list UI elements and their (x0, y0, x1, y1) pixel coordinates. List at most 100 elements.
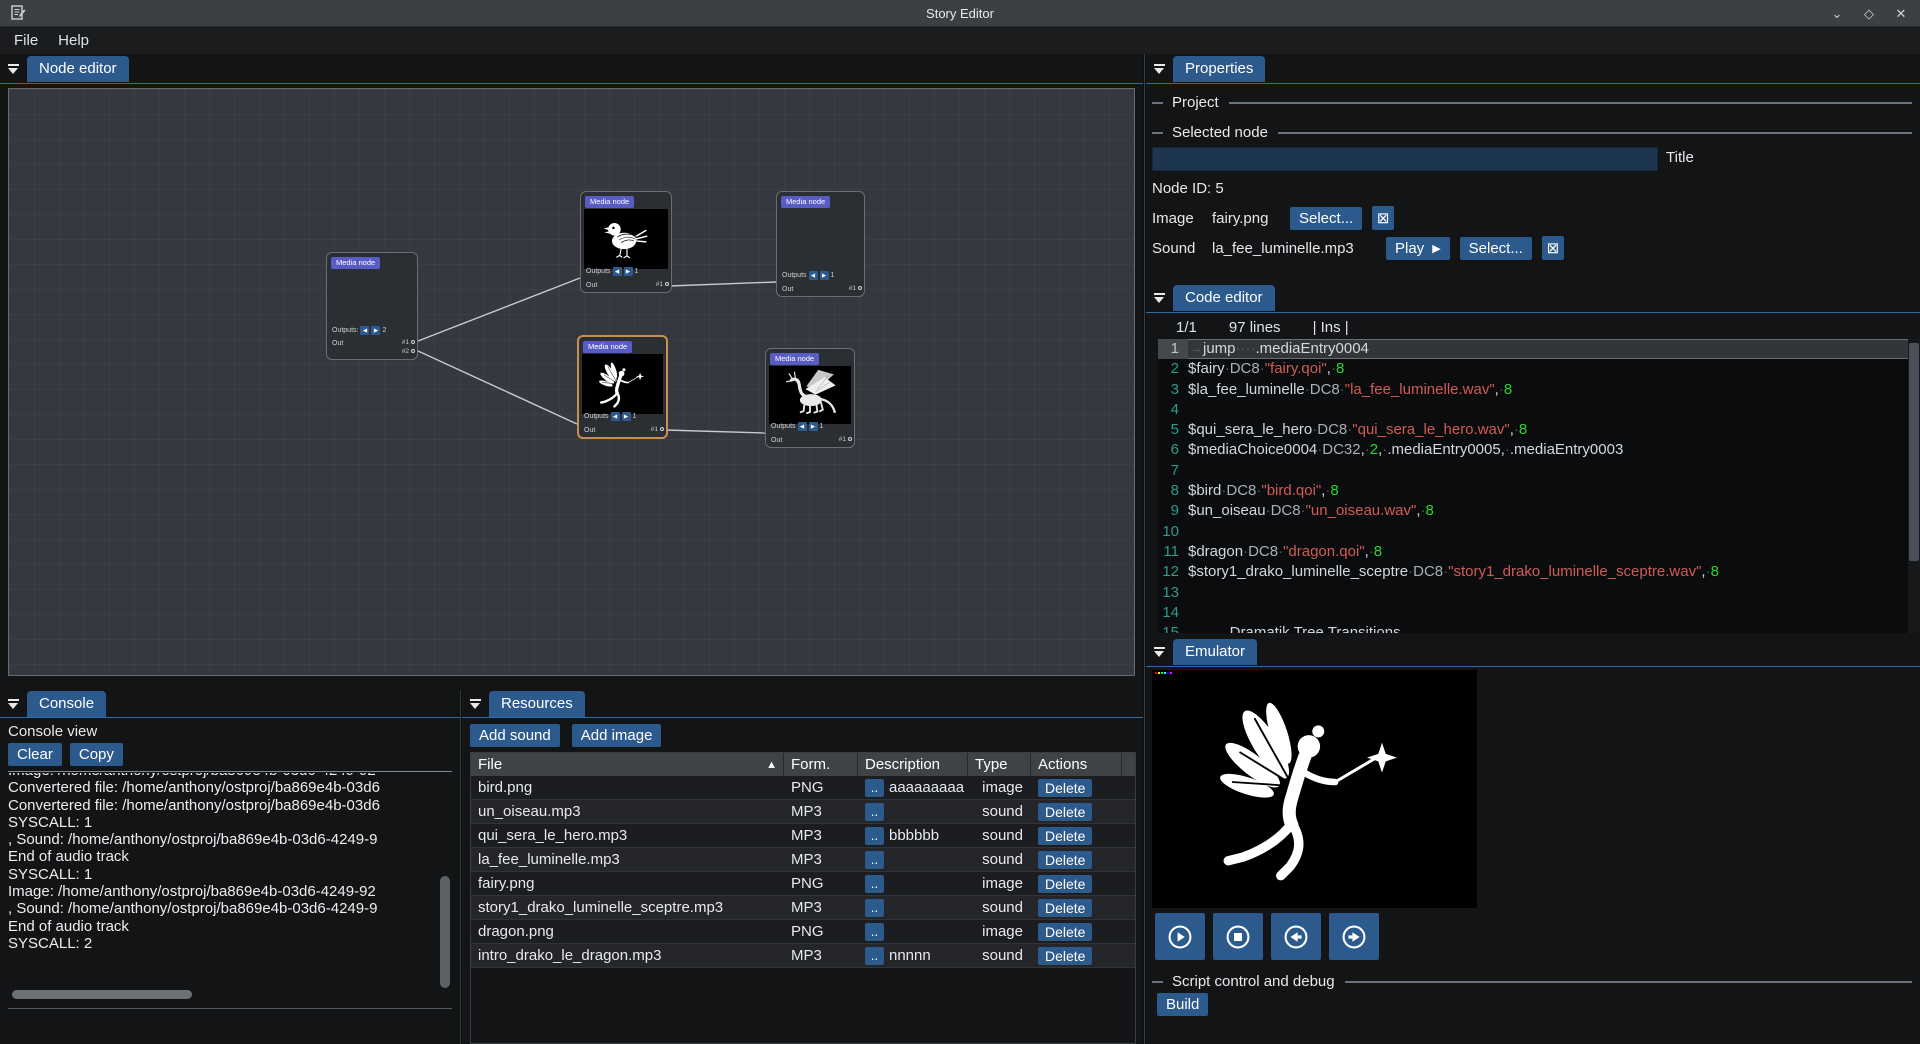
tab-emulator[interactable]: Emulator (1173, 639, 1257, 665)
edit-description-button[interactable]: .. (865, 875, 884, 893)
output-port[interactable]: #1 (402, 338, 415, 347)
node-graph-canvas[interactable]: Media node Outputs: ◀ ▶ 2 Out #1 #2 Medi… (8, 88, 1135, 676)
console-horizontal-scrollbar[interactable] (8, 990, 438, 1000)
column-splitter[interactable] (1144, 54, 1145, 1044)
delete-button[interactable]: Delete (1038, 923, 1092, 941)
collapse-icon[interactable] (468, 699, 482, 709)
resource-row[interactable]: qui_sera_le_hero.mp3MP3..bbbbbbsoundDele… (471, 824, 1135, 848)
delete-button[interactable]: Delete (1038, 779, 1092, 797)
collapse-icon[interactable] (6, 64, 20, 74)
emulator-screen[interactable] (1152, 670, 1477, 908)
edit-description-button[interactable]: .. (865, 827, 884, 845)
collapse-icon[interactable] (1152, 293, 1166, 303)
add-image-button[interactable]: Add image (572, 724, 662, 747)
resource-row[interactable]: la_fee_luminelle.mp3MP3..soundDelete (471, 848, 1135, 872)
edit-description-button[interactable]: .. (865, 899, 884, 917)
emulator-play-button[interactable] (1155, 913, 1205, 960)
node-title-input[interactable] (1152, 147, 1658, 171)
increment-outputs-button[interactable]: ▶ (624, 267, 633, 276)
output-port[interactable]: #2 (402, 347, 415, 356)
minimize-button[interactable]: ⌄ (1828, 6, 1846, 22)
increment-outputs-button[interactable]: ▶ (809, 422, 818, 431)
graph-node[interactable]: Media node Outputs ◀ ▶ 1 Out #1 (776, 191, 865, 297)
tab-console[interactable]: Console (27, 691, 106, 717)
resource-row[interactable]: un_oiseau.mp3MP3..soundDelete (471, 800, 1135, 824)
tab-resources[interactable]: Resources (489, 691, 585, 717)
console-line: End of audio track (8, 918, 438, 935)
console-vertical-scrollbar[interactable] (440, 773, 450, 987)
menu-file[interactable]: File (6, 30, 46, 51)
clear-button[interactable]: Clear (8, 743, 62, 766)
emulator-step-back-button[interactable] (1271, 913, 1321, 960)
resource-type: sound (968, 851, 1031, 868)
output-port[interactable]: #1 (839, 435, 852, 444)
sound-select-button[interactable]: Select... (1460, 237, 1532, 260)
code-line: 3$la_fee_luminelle·DC8·"la_fee_luminelle… (1158, 380, 1908, 400)
tab-code-editor[interactable]: Code editor (1173, 285, 1275, 311)
delete-button[interactable]: Delete (1038, 875, 1092, 893)
delete-button[interactable]: Delete (1038, 947, 1092, 965)
console-view-label: Console view (8, 723, 97, 740)
node-badge: Media node (770, 353, 819, 365)
sound-clear-button[interactable]: ⊠ (1542, 236, 1564, 260)
edit-description-button[interactable]: .. (865, 947, 884, 965)
emulator-step-forward-button[interactable] (1329, 913, 1379, 960)
resource-row[interactable]: bird.pngPNG..aaaaaaaaaimageDelete (471, 776, 1135, 800)
code-line: 8$bird·DC8·"bird.qoi",·8 (1158, 481, 1908, 501)
delete-button[interactable]: Delete (1038, 899, 1092, 917)
graph-node[interactable]: Media node Outputs ◀ ▶ 1 Out #1 (580, 191, 672, 293)
output-port[interactable]: #1 (849, 284, 862, 293)
node-out-label: Out (771, 437, 782, 444)
sound-play-button[interactable]: Play▶ (1386, 237, 1450, 260)
column-header-type[interactable]: Type (968, 753, 1031, 776)
collapse-icon[interactable] (6, 699, 20, 709)
graph-node[interactable]: Media node Outputs: ◀ ▶ 2 Out #1 #2 (326, 252, 418, 360)
increment-outputs-button[interactable]: ▶ (371, 326, 380, 335)
tab-node-editor[interactable]: Node editor (27, 56, 129, 82)
code-text-area[interactable]: 1→jump····.mediaEntry00042$fairy·DC8·"fa… (1158, 339, 1908, 633)
column-header-file[interactable]: File ▲ (471, 753, 784, 776)
delete-button[interactable]: Delete (1038, 827, 1092, 845)
image-clear-button[interactable]: ⊠ (1372, 206, 1394, 230)
graph-node[interactable]: Media node Outputs ◀ ▶ 1 Out #1 (765, 348, 855, 448)
code-scrollbar[interactable] (1908, 339, 1920, 633)
output-port[interactable]: #1 (651, 425, 664, 434)
decrement-outputs-button[interactable]: ◀ (798, 422, 807, 431)
edit-description-button[interactable]: .. (865, 803, 884, 821)
copy-button[interactable]: Copy (70, 743, 123, 766)
decrement-outputs-button[interactable]: ◀ (611, 412, 620, 421)
description-text: aaaaaaaaa (889, 779, 964, 796)
console-resources-splitter[interactable] (460, 690, 461, 1044)
delete-button[interactable]: Delete (1038, 851, 1092, 869)
menu-help[interactable]: Help (50, 30, 97, 51)
decrement-outputs-button[interactable]: ◀ (809, 271, 818, 280)
maximize-button[interactable]: ◇ (1860, 6, 1878, 22)
edit-description-button[interactable]: .. (865, 923, 884, 941)
decrement-outputs-button[interactable]: ◀ (360, 326, 369, 335)
resource-description: ..nnnnn (858, 947, 968, 965)
add-sound-button[interactable]: Add sound (470, 724, 560, 747)
increment-outputs-button[interactable]: ▶ (622, 412, 631, 421)
output-port[interactable]: #1 (656, 280, 669, 289)
column-header-format[interactable]: Form. (784, 753, 858, 776)
resource-row[interactable]: intro_drako_le_dragon.mp3MP3..nnnnnsound… (471, 944, 1135, 968)
resource-row[interactable]: fairy.pngPNG..imageDelete (471, 872, 1135, 896)
image-select-button[interactable]: Select... (1290, 207, 1362, 230)
emulator-stop-button[interactable] (1213, 913, 1263, 960)
increment-outputs-button[interactable]: ▶ (820, 271, 829, 280)
delete-button[interactable]: Delete (1038, 803, 1092, 821)
resource-row[interactable]: story1_drako_luminelle_sceptre.mp3MP3..s… (471, 896, 1135, 920)
graph-node-selected[interactable]: Media node Outputs ◀ ▶ 1 Out #1 (577, 335, 668, 439)
collapse-icon[interactable] (1152, 647, 1166, 657)
build-button[interactable]: Build (1157, 993, 1208, 1016)
close-button[interactable]: ✕ (1892, 6, 1910, 22)
column-header-actions[interactable]: Actions (1031, 753, 1122, 776)
resource-row[interactable]: dragon.pngPNG..imageDelete (471, 920, 1135, 944)
line-number: 8 (1158, 481, 1188, 501)
edit-description-button[interactable]: .. (865, 851, 884, 869)
column-header-description[interactable]: Description (858, 753, 968, 776)
edit-description-button[interactable]: .. (865, 779, 884, 797)
collapse-icon[interactable] (1152, 64, 1166, 74)
tab-properties[interactable]: Properties (1173, 56, 1265, 82)
decrement-outputs-button[interactable]: ◀ (613, 267, 622, 276)
